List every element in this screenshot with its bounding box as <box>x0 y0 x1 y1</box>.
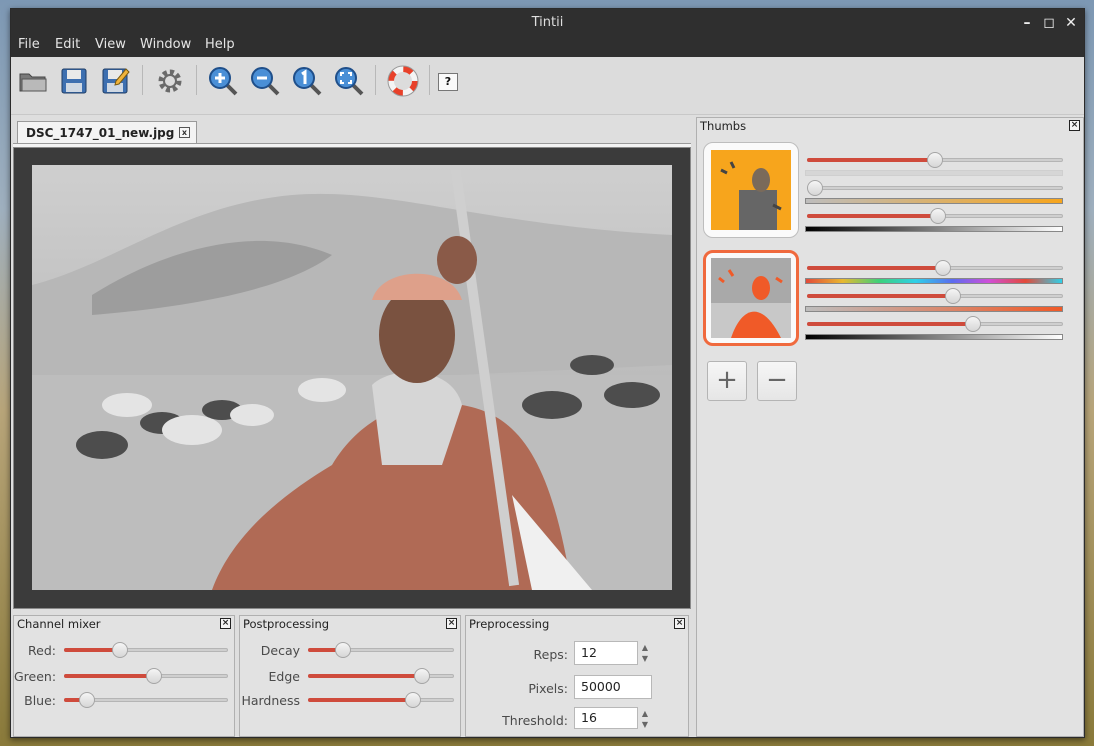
thumb-card-1[interactable] <box>703 142 799 238</box>
thumb-card-2[interactable] <box>703 250 799 346</box>
zoom-fit-icon[interactable] <box>333 65 365 97</box>
zoom-actual-icon[interactable] <box>291 65 323 97</box>
close-icon[interactable]: ✕ <box>1060 9 1082 37</box>
zoom-in-icon[interactable] <box>207 65 239 97</box>
open-folder-icon[interactable] <box>17 65 49 97</box>
maximize-icon[interactable]: ◻ <box>1038 9 1060 37</box>
reps-stepper-icon[interactable]: ▲ ▼ <box>639 642 651 664</box>
thumb1-saturation-bar <box>805 198 1063 204</box>
reps-spinbox[interactable]: 12 ▲ ▼ <box>574 641 648 665</box>
thumb1-saturation-slider[interactable] <box>806 180 1063 196</box>
pixels-label: Pixels: <box>528 681 568 696</box>
postprocessing-title: Postprocessing <box>243 617 330 631</box>
menu-help[interactable]: Help <box>205 37 235 52</box>
image-canvas[interactable] <box>13 147 691 609</box>
threshold-stepper-icon[interactable]: ▲ ▼ <box>639 708 651 730</box>
menu-edit[interactable]: Edit <box>55 37 80 52</box>
preprocessing-panel: Preprocessing × Reps: 12 ▲ ▼ Pixels: 50000 … <box>465 615 689 737</box>
thumb2-value-slider[interactable] <box>807 316 1063 332</box>
app-window: Tintii – ◻ ✕ File Edit View Window Help <box>10 8 1085 738</box>
add-thumb-button[interactable]: + <box>707 361 747 401</box>
thumbs-close-icon[interactable]: × <box>1069 120 1080 131</box>
edge-label: Edge <box>268 669 300 684</box>
green-label: Green: <box>14 669 57 684</box>
thumb1-hue-bar <box>805 170 1063 176</box>
threshold-value: 16 <box>581 710 597 725</box>
about-question-icon[interactable]: ? <box>438 73 458 91</box>
red-label: Red: <box>28 643 56 658</box>
tab-document[interactable]: DSC_1747_01_new.jpg x <box>17 121 197 143</box>
channel-mixer-title: Channel mixer <box>17 617 101 631</box>
reps-label: Reps: <box>533 647 568 662</box>
thumb2-saturation-bar <box>805 306 1063 312</box>
channel-mixer-panel: Channel mixer × Red: Green: Blue: <box>13 615 235 737</box>
pixels-value: 50000 <box>581 679 621 694</box>
tab-close-icon[interactable]: x <box>179 127 190 138</box>
help-lifebuoy-icon[interactable] <box>387 65 419 97</box>
thumb1-value-slider[interactable] <box>807 208 1063 224</box>
thumb2-value-bar <box>805 334 1063 340</box>
remove-thumb-button[interactable]: − <box>757 361 797 401</box>
photo-preview <box>32 165 672 590</box>
menu-file[interactable]: File <box>18 37 40 52</box>
channel-mixer-close-icon[interactable]: × <box>220 618 231 629</box>
edge-slider[interactable] <box>308 668 454 684</box>
postprocessing-panel: Postprocessing × Decay Edge Hardness <box>239 615 461 737</box>
settings-gear-icon[interactable] <box>154 65 186 97</box>
reps-value: 12 <box>581 645 597 660</box>
save-icon[interactable] <box>58 65 90 97</box>
thumb2-hue-slider[interactable] <box>807 260 1063 276</box>
thumb1-value-bar <box>805 226 1063 232</box>
decay-label: Decay <box>260 643 300 658</box>
preprocessing-close-icon[interactable]: × <box>674 618 685 629</box>
postprocessing-close-icon[interactable]: × <box>446 618 457 629</box>
minimize-icon[interactable]: – <box>1016 9 1038 37</box>
thumbs-title: Thumbs <box>700 119 747 133</box>
thumb-image-2 <box>711 258 791 338</box>
blue-label: Blue: <box>24 693 56 708</box>
pixels-field[interactable]: 50000 <box>574 675 652 699</box>
menu-view[interactable]: View <box>95 37 126 52</box>
decay-slider[interactable] <box>308 642 454 658</box>
menu-bar: File Edit View Window Help <box>11 37 1084 57</box>
window-title: Tintii <box>531 15 564 30</box>
red-slider[interactable] <box>64 642 228 658</box>
hardness-slider[interactable] <box>308 692 454 708</box>
toolbar: ? <box>11 57 1084 115</box>
preprocessing-title: Preprocessing <box>469 617 550 631</box>
blue-slider[interactable] <box>64 692 228 708</box>
title-bar: Tintii – ◻ ✕ <box>11 9 1084 37</box>
thumb1-hue-slider[interactable] <box>807 152 1063 168</box>
save-as-icon[interactable] <box>99 65 131 97</box>
document-area: DSC_1747_01_new.jpg x <box>13 119 691 609</box>
green-slider[interactable] <box>64 668 228 684</box>
menu-window[interactable]: Window <box>140 37 191 52</box>
threshold-label: Threshold: <box>502 713 568 728</box>
threshold-spinbox[interactable]: 16 ▲ ▼ <box>574 707 648 729</box>
hardness-label: Hardness <box>241 693 300 708</box>
thumb2-saturation-slider[interactable] <box>807 288 1063 304</box>
tab-label: DSC_1747_01_new.jpg <box>26 126 175 140</box>
zoom-out-icon[interactable] <box>249 65 281 97</box>
thumb2-hue-bar <box>805 278 1063 284</box>
thumb-image-1 <box>711 150 791 230</box>
thumbs-panel: Thumbs × + − <box>696 117 1084 737</box>
